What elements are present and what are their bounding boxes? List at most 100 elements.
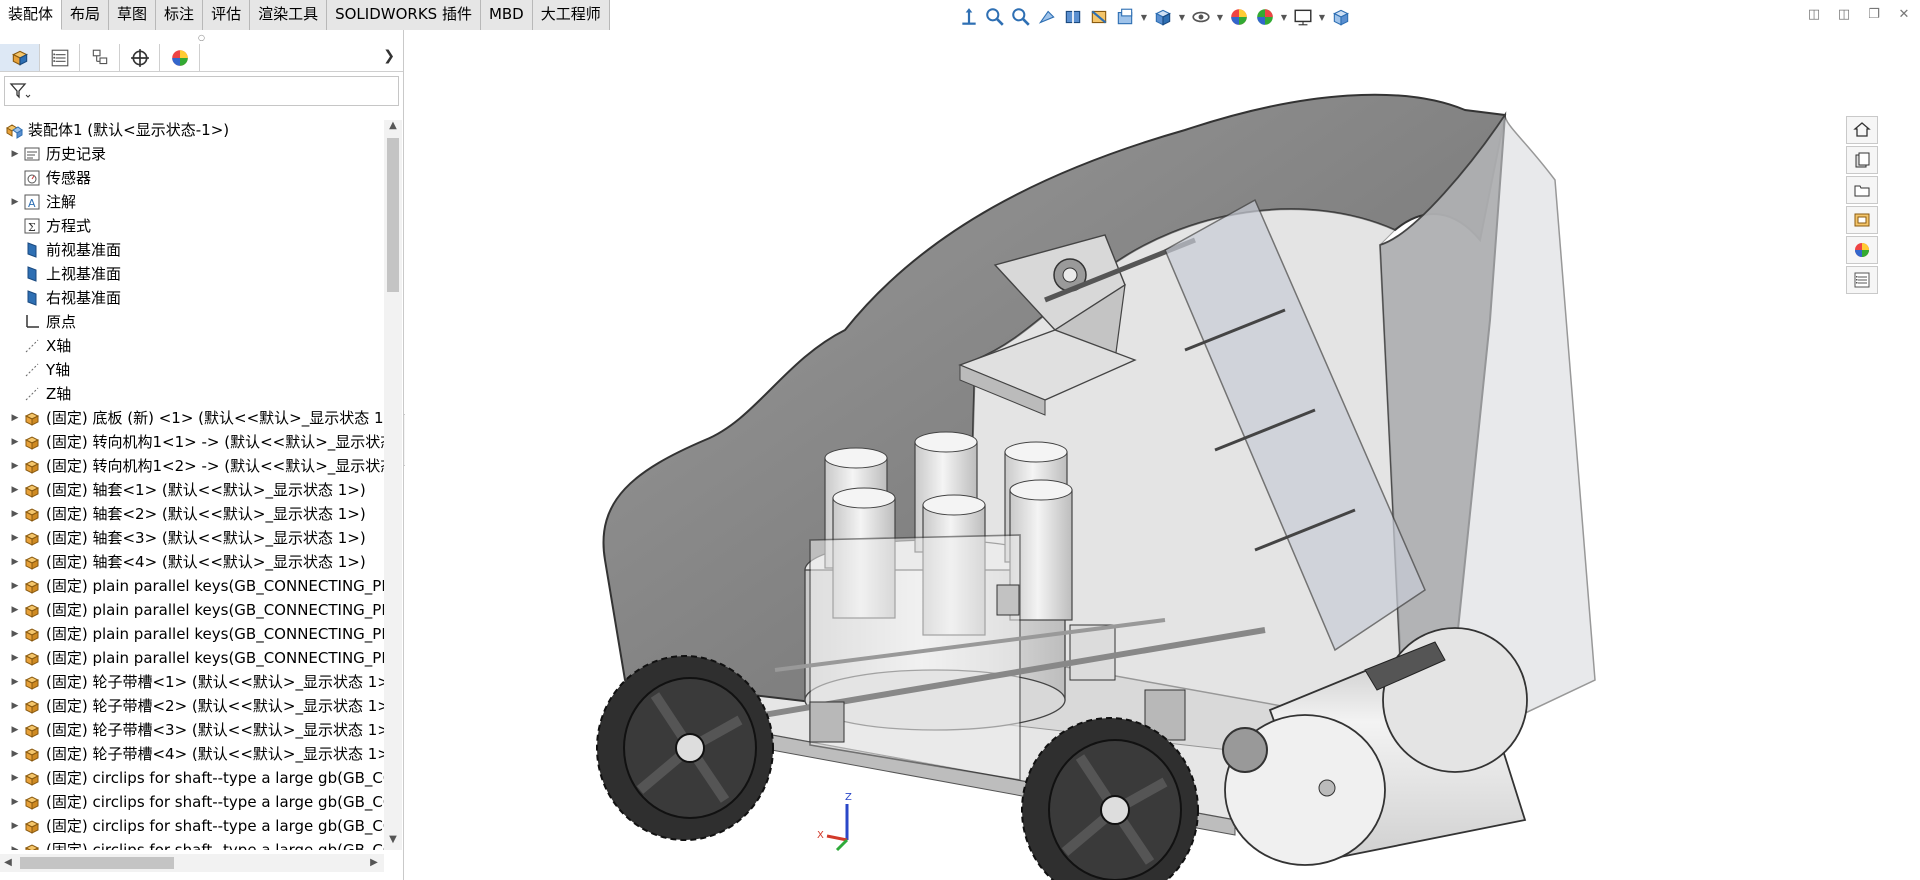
tab-6[interactable]: SOLIDWORKS 插件 [327,0,481,30]
tree-item[interactable]: 右视基准面 [0,286,384,310]
tree-item[interactable]: 传感器 [0,166,384,190]
tree-item[interactable]: ▶ (固定) 轴套<3> (默认<<默认>_显示状态 1>) [0,526,384,550]
display-manager-icon[interactable] [160,44,200,71]
expand-arrow-icon[interactable]: ▶ [8,454,22,478]
expand-arrow-icon[interactable]: ▶ [8,574,22,598]
tree-item[interactable]: ▶ (固定) circlips for shaft--type a large g… [0,790,384,814]
edit-appearance-icon[interactable] [1228,6,1250,28]
tree-item[interactable]: Σ 方程式 [0,214,384,238]
tree-item[interactable]: ▶ (固定) 轴套<1> (默认<<默认>_显示状态 1>) [0,478,384,502]
section-view-icon[interactable] [1062,6,1084,28]
tab-8[interactable]: 大工程师 [532,0,610,30]
tree-item[interactable]: ▶ (固定) plain parallel keys(GB_CONNECTING_… [0,598,384,622]
tab-2[interactable]: 草图 [109,0,157,30]
wheel-front-left[interactable] [596,655,774,841]
configurationmanager-icon[interactable] [80,44,120,71]
tree-item[interactable]: ▶ (固定) circlips for shaft--type a large g… [0,838,384,850]
expand-arrow-icon[interactable]: ▶ [8,766,22,790]
appearances-icon[interactable] [1846,236,1878,264]
custom-properties-icon[interactable] [1846,266,1878,294]
expand-arrow-icon[interactable]: ▶ [8,670,22,694]
tab-5[interactable]: 渲染工具 [250,0,328,30]
tree-root-assembly[interactable]: 装配体1 (默认<显示状态-1>) [0,118,384,142]
tree-item[interactable]: ▶ 历史记录 [0,142,384,166]
tree-item[interactable]: ▶ (固定) plain parallel keys(GB_CONNECTING_… [0,622,384,646]
expand-arrow-icon[interactable]: ▶ [8,502,22,526]
expand-arrow-icon[interactable]: ▶ [8,430,22,454]
home-icon[interactable] [1846,116,1878,144]
expand-arrow-icon[interactable]: ▶ [8,526,22,550]
dropdown-arrow-icon[interactable]: ▼ [1178,13,1186,22]
restore-icon[interactable]: ❐ [1866,6,1882,22]
expand-arrow-icon[interactable]: ▶ [8,814,22,838]
expand-arrow-icon[interactable]: ▶ [8,550,22,574]
expand-arrow-icon[interactable]: ▶ [8,190,22,214]
zoom-to-area-icon[interactable] [1010,6,1032,28]
scroll-up-icon[interactable]: ▲ [384,120,402,136]
view-palette-icon[interactable] [1846,206,1878,234]
tree-item[interactable]: X轴 [0,334,384,358]
tab-0[interactable]: 装配体 [0,0,63,30]
tree-item[interactable]: ▶ (固定) circlips for shaft--type a large g… [0,814,384,838]
tree-item[interactable]: Z轴 [0,382,384,406]
tab-7[interactable]: MBD [480,0,533,30]
view-settings-monitor-icon[interactable] [1292,6,1314,28]
dynamic-annotation-icon[interactable] [1088,6,1110,28]
scroll-right-icon[interactable]: ▶ [366,854,382,872]
tree-item[interactable]: ▶ (固定) circlips for shaft--type a large g… [0,766,384,790]
tree-item[interactable]: ▶ (固定) 轴套<2> (默认<<默认>_显示状态 1>) [0,502,384,526]
apply-scene-icon[interactable] [1254,6,1276,28]
tree-item[interactable]: ▶ (固定) plain parallel keys(GB_CONNECTING_… [0,646,384,670]
expand-arrow-icon[interactable]: ▶ [8,718,22,742]
expand-arrow-icon[interactable]: ▶ [8,622,22,646]
tree-vertical-scrollbar[interactable]: ▲ ▼ [384,120,402,850]
file-explorer-icon[interactable] [1846,176,1878,204]
expand-arrow-icon[interactable]: ▶ [8,142,22,166]
tree-item[interactable]: Y轴 [0,358,384,382]
tab-1[interactable]: 布局 [62,0,110,30]
expand-arrow-icon[interactable]: ▶ [8,646,22,670]
expand-arrow-icon[interactable]: ▶ [8,598,22,622]
tile-left-icon[interactable]: ◫ [1806,6,1822,22]
tree-item[interactable]: ▶ (固定) 轴套<4> (默认<<默认>_显示状态 1>) [0,550,384,574]
propertymanager-icon[interactable] [40,44,80,71]
chevron-right-icon[interactable]: ❯ [383,48,395,64]
expand-arrow-icon[interactable]: ▶ [8,694,22,718]
tree-item[interactable]: ▶ A 注解 [0,190,384,214]
expand-arrow-icon[interactable]: ▶ [8,838,22,850]
scroll-thumb[interactable] [387,138,399,292]
previous-view-icon[interactable] [1036,6,1058,28]
view-orientation-icon[interactable] [958,6,980,28]
assembly-model[interactable] [405,30,1880,880]
tab-4[interactable]: 评估 [203,0,251,30]
tree-horizontal-scrollbar[interactable]: ◀ ▶ [0,854,384,872]
hide-show-icon[interactable] [1190,6,1212,28]
tree-item[interactable]: 原点 [0,310,384,334]
expand-arrow-icon[interactable]: ▶ [8,478,22,502]
tree-item[interactable]: 上视基准面 [0,262,384,286]
display-style-icon[interactable] [1152,6,1174,28]
view-settings-icon[interactable] [1114,6,1136,28]
design-library-icon[interactable] [1846,146,1878,174]
3d-view-icon[interactable] [1330,6,1352,28]
expand-arrow-icon[interactable]: ▶ [8,742,22,766]
scroll-left-icon[interactable]: ◀ [0,854,16,872]
tree-item[interactable]: ▶ (固定) 轮子带槽<4> (默认<<默认>_显示状态 1>) [0,742,384,766]
panel-grip[interactable]: ○ [0,30,403,44]
tree-item[interactable]: ▶ (固定) 轮子带槽<3> (默认<<默认>_显示状态 1>) [0,718,384,742]
expand-arrow-icon[interactable]: ▶ [8,406,22,430]
dropdown-arrow-icon[interactable]: ▼ [1140,13,1148,22]
featuremanager-icon[interactable] [0,44,40,71]
tree-item[interactable]: ▶ (固定) 转向机构1<2> -> (默认<<默认>_显示状态 [0,454,384,478]
graphics-area[interactable]: Z X [405,30,1880,880]
scroll-down-icon[interactable]: ▼ [384,834,402,850]
tree-item[interactable]: ▶ (固定) 底板 (新) <1> (默认<<默认>_显示状态 1 [0,406,384,430]
dropdown-arrow-icon[interactable]: ▼ [1280,13,1288,22]
tree-filter-input[interactable] [4,76,399,106]
tab-3[interactable]: 标注 [156,0,204,30]
zoom-to-fit-icon[interactable] [984,6,1006,28]
tree-item[interactable]: 前视基准面 [0,238,384,262]
scroll-thumb-horizontal[interactable] [20,857,174,869]
tree-item[interactable]: ▶ (固定) 转向机构1<1> -> (默认<<默认>_显示状态 [0,430,384,454]
dropdown-arrow-icon[interactable]: ▼ [1216,13,1224,22]
